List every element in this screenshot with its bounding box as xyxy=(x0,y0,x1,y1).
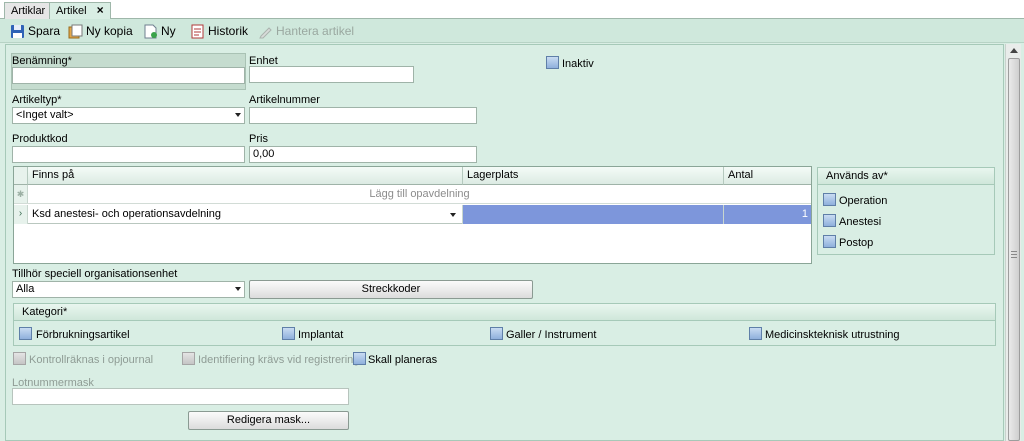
count-check-label: Kontrollräknas i opjournal xyxy=(29,354,154,366)
consumable-checkbox[interactable] xyxy=(19,327,32,340)
count-check-checkbox[interactable] xyxy=(13,352,26,365)
consumable-label: Förbrukningsartikel xyxy=(36,329,130,341)
new-document-icon xyxy=(143,24,158,39)
unit-field[interactable] xyxy=(249,66,414,83)
copy-icon xyxy=(68,24,83,39)
grid-corner xyxy=(14,167,28,185)
manage-article-button[interactable]: Hantera artikel xyxy=(258,22,354,40)
used-by-group: Används av* Operation Anestesi Postop xyxy=(817,167,995,255)
category-group: Kategori* Förbrukningsartikel Implantat … xyxy=(13,303,996,346)
used-by-title: Används av* xyxy=(818,168,994,185)
postop-checkbox[interactable] xyxy=(823,235,836,248)
barcodes-button[interactable]: Streckkoder xyxy=(249,280,533,299)
floppy-disk-icon xyxy=(10,24,25,39)
vertical-scrollbar[interactable] xyxy=(1005,44,1021,441)
lot-mask-field[interactable] xyxy=(12,388,349,405)
implant-checkbox[interactable] xyxy=(282,327,295,340)
instrument-checkbox[interactable] xyxy=(490,327,503,340)
grid-cell-storage[interactable] xyxy=(463,205,724,224)
scrollbar-thumb[interactable] xyxy=(1008,58,1020,441)
inactive-checkbox[interactable] xyxy=(546,56,559,69)
grid-header-storage[interactable]: Lagerplats xyxy=(463,167,724,185)
ident-required-label: Identifiering krävs vid registrering xyxy=(198,354,360,366)
implant-label: Implantat xyxy=(298,329,344,341)
chevron-down-icon[interactable] xyxy=(235,113,241,117)
operation-label: Operation xyxy=(839,195,888,207)
org-unit-select[interactable]: Alla xyxy=(12,281,245,298)
tab-label: Artikel xyxy=(56,5,87,17)
new-label: Ny xyxy=(161,24,176,38)
article-number-label: Artikelnummer xyxy=(249,94,320,106)
table-row[interactable]: › Ksd anestesi- och operationsavdelning … xyxy=(14,205,811,224)
medical-equipment-checkbox[interactable] xyxy=(749,327,762,340)
new-row-text: Lägg till opavdelning xyxy=(369,188,470,200)
edit-mask-button[interactable]: Redigera mask... xyxy=(188,411,349,430)
product-code-label: Produktkod xyxy=(12,133,68,145)
close-icon[interactable]: × xyxy=(97,4,104,16)
grid-cell-location[interactable]: Ksd anestesi- och operationsavdelning xyxy=(28,205,463,224)
category-title: Kategori* xyxy=(14,304,995,321)
instrument-label: Galler / Instrument xyxy=(506,329,597,341)
new-button[interactable]: Ny xyxy=(143,22,176,40)
price-field[interactable]: 0,00 xyxy=(249,146,477,163)
name-field[interactable] xyxy=(12,67,245,84)
grid-cell-count[interactable]: 1 xyxy=(724,205,811,224)
new-copy-label: Ny kopia xyxy=(86,24,133,38)
org-unit-label: Tillhör speciell organisationsenhet xyxy=(12,268,178,280)
article-number-field[interactable] xyxy=(249,107,477,124)
org-unit-value: Alla xyxy=(16,283,35,295)
chevron-down-icon[interactable] xyxy=(450,213,456,217)
ident-required-checkbox[interactable] xyxy=(182,352,195,365)
name-label: Benämning* xyxy=(12,55,72,67)
history-button[interactable]: Historik xyxy=(190,22,248,40)
history-label: Historik xyxy=(208,24,249,38)
tab-label: Artiklar xyxy=(11,5,46,17)
history-icon xyxy=(190,24,205,39)
manage-article-label: Hantera artikel xyxy=(276,24,355,38)
grid-header-count[interactable]: Antal xyxy=(724,167,811,185)
price-label: Pris xyxy=(249,133,268,145)
tab-strip: Artiklar Artikel × xyxy=(0,0,1024,20)
grid-cell-location-text: Ksd anestesi- och operationsavdelning xyxy=(32,208,221,220)
anestesi-label: Anestesi xyxy=(839,216,882,228)
scroll-up-icon[interactable] xyxy=(1010,48,1018,53)
inactive-label: Inaktiv xyxy=(562,58,594,70)
tab-artiklar[interactable]: Artiklar xyxy=(4,2,53,19)
chevron-down-icon[interactable] xyxy=(235,287,241,291)
medical-equipment-label: Medicinskteknisk utrustning xyxy=(765,329,900,341)
location-grid: Finns på Lagerplats Antal ✱ Lägg till op… xyxy=(13,166,812,264)
planned-checkbox[interactable] xyxy=(353,352,366,365)
article-type-label: Artikeltyp* xyxy=(12,94,62,106)
new-copy-button[interactable]: Ny kopia xyxy=(68,22,133,40)
article-type-value: <Inget valt> xyxy=(16,109,74,121)
new-row-icon: ✱ xyxy=(14,185,28,203)
toolbar: Spara Ny kopia Ny Historik Hantera artik… xyxy=(0,19,1024,43)
postop-label: Postop xyxy=(839,237,874,249)
save-label: Spara xyxy=(28,24,61,38)
article-type-select[interactable]: <Inget valt> xyxy=(12,107,245,124)
article-form: Benämning* Enhet Inaktiv Artikeltyp* <In… xyxy=(5,44,1004,441)
product-code-field[interactable] xyxy=(12,146,245,163)
grid-new-row[interactable]: ✱ Lägg till opavdelning xyxy=(14,185,811,204)
planned-label: Skall planeras xyxy=(368,354,438,366)
pencil-icon xyxy=(258,24,273,39)
save-button[interactable]: Spara xyxy=(10,22,60,40)
grid-header-location[interactable]: Finns på xyxy=(28,167,463,185)
row-indicator-icon: › xyxy=(14,205,28,224)
anestesi-checkbox[interactable] xyxy=(823,214,836,227)
operation-checkbox[interactable] xyxy=(823,193,836,206)
tab-artikel[interactable]: Artikel × xyxy=(49,2,111,20)
